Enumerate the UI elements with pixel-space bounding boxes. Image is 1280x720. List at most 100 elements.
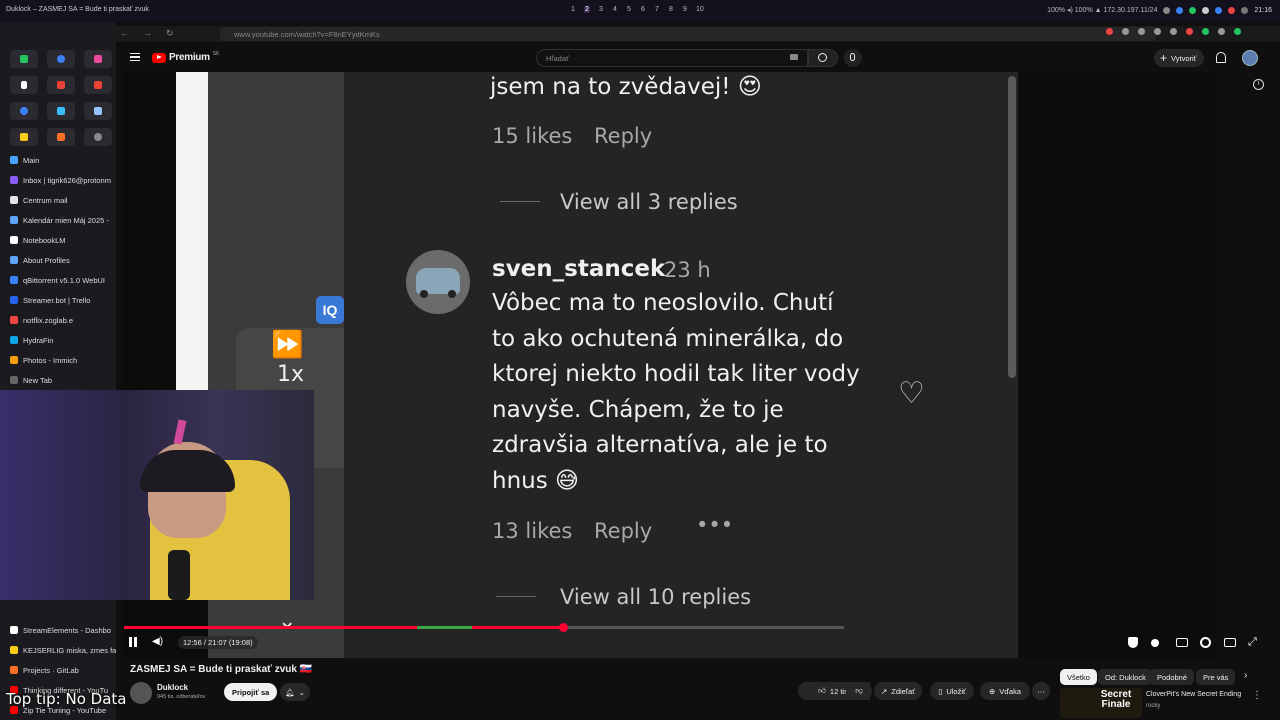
extension-icon[interactable] — [1170, 28, 1177, 35]
chevron-right-icon[interactable]: › — [1244, 670, 1247, 681]
workspace-button[interactable]: 7 — [654, 6, 660, 13]
pinned-tab[interactable] — [47, 128, 75, 146]
subscribed-button[interactable]: 🔔︎ ⌄ — [280, 683, 310, 701]
extension-icon[interactable] — [1106, 28, 1113, 35]
search-input[interactable]: Hľadať — [536, 49, 808, 67]
workspace-switcher[interactable]: 1 2 3 4 5 6 7 8 9 10 — [570, 6, 704, 13]
workspace-button[interactable]: 3 — [598, 6, 604, 13]
notifications-icon[interactable] — [1216, 52, 1226, 63]
share-button[interactable]: ↗ Zdieľať — [874, 682, 922, 700]
thumbs-up-icon: 👍︎ — [818, 686, 826, 695]
pinned-tab[interactable] — [47, 76, 75, 94]
autoplay-icon[interactable] — [1151, 639, 1159, 647]
webcam-overlay — [0, 390, 314, 600]
tab-label: Projects · GitLab — [23, 665, 79, 675]
pinned-tab[interactable] — [47, 102, 75, 120]
sidebar-tab[interactable]: About Profiles — [0, 250, 116, 270]
sponsorblock-icon[interactable] — [1128, 637, 1138, 648]
pinned-tab[interactable] — [10, 128, 38, 146]
theater-mode-icon[interactable] — [1224, 638, 1236, 647]
workspace-button[interactable]: 10 — [696, 6, 704, 13]
extension-icon[interactable] — [1186, 28, 1193, 35]
sidebar-tab[interactable]: Streamer.bot | Trello — [0, 290, 116, 310]
tray-icon[interactable] — [1176, 6, 1184, 14]
dislike-button[interactable]: 👎︎ — [846, 682, 872, 700]
keyboard-icon[interactable] — [790, 54, 798, 60]
recommended-thumbnail[interactable]: Secret Finale — [1060, 688, 1142, 718]
workspace-button[interactable]: 8 — [668, 6, 674, 13]
chip[interactable]: Všetko — [1060, 669, 1097, 685]
sidebar-tab[interactable]: NotebookLM — [0, 230, 116, 250]
search-button[interactable] — [808, 49, 838, 67]
workspace-button[interactable]: 5 — [626, 6, 632, 13]
forward-icon[interactable]: → — [143, 28, 152, 39]
recommended-title[interactable]: CloverPit's New Secret Ending — [1146, 691, 1241, 698]
workspace-button[interactable]: 6 — [640, 6, 646, 13]
create-button[interactable]: + Vytvoriť — [1154, 49, 1205, 67]
volume-icon[interactable]: ◀) — [152, 636, 163, 647]
channel-name[interactable]: Duklock — [157, 683, 188, 692]
chip[interactable]: Od: Duklock — [1098, 669, 1153, 685]
sidebar-tab[interactable]: HydraFin — [0, 330, 116, 350]
sidebar-tab[interactable]: qBittorrent v5.1.0 WebUI — [0, 270, 116, 290]
workspace-button[interactable]: 9 — [682, 6, 688, 13]
tray-icon[interactable] — [1215, 6, 1223, 14]
tray-icon[interactable] — [1189, 6, 1197, 14]
join-button[interactable]: Pripojiť sa — [224, 683, 278, 701]
progress-segment — [417, 626, 472, 629]
sidebar-tab[interactable]: Centrum mail — [0, 190, 116, 210]
pinned-tab[interactable] — [10, 102, 38, 120]
pinned-tab[interactable] — [84, 50, 112, 68]
workspace-button[interactable]: 4 — [612, 6, 618, 13]
bookmark-icon: ▯ — [938, 686, 943, 696]
extension-icon[interactable] — [1202, 28, 1209, 35]
extension-icon[interactable] — [1218, 28, 1225, 35]
channel-avatar[interactable] — [130, 682, 152, 704]
workspace-button[interactable]: 2 — [584, 6, 590, 13]
back-icon[interactable]: ← — [120, 28, 129, 39]
tray-icon[interactable] — [1163, 6, 1171, 14]
more-actions-button[interactable]: ⋯ — [1032, 682, 1050, 700]
pinned-tab[interactable] — [84, 128, 112, 146]
fullscreen-icon[interactable]: ⤢ — [1248, 636, 1257, 649]
pinned-tab[interactable] — [10, 50, 38, 68]
pinned-tab[interactable] — [10, 76, 38, 94]
settings-icon[interactable] — [1200, 637, 1211, 648]
extension-icon[interactable] — [1154, 28, 1161, 35]
more-icon[interactable]: ⋮ — [1252, 690, 1262, 701]
tray-icon[interactable] — [1202, 6, 1210, 14]
tray-icon[interactable] — [1228, 6, 1236, 14]
extension-icon[interactable] — [1138, 28, 1145, 35]
pause-icon[interactable] — [128, 637, 138, 647]
workspace-button[interactable]: 1 — [570, 6, 576, 13]
video-title: ZASMEJ SA = Bude ti praskať zvuk 🇸🇰 — [130, 664, 313, 675]
extension-icon[interactable] — [1122, 28, 1129, 35]
sidebar-tab[interactable]: New Tab — [0, 370, 116, 390]
sidebar-tab[interactable]: Inbox | tigrik626@protonm — [0, 170, 116, 190]
reload-icon[interactable]: ↻ — [166, 28, 174, 39]
thanks-button[interactable]: ⊕ Vďaka — [980, 682, 1030, 700]
sidebar-tab[interactable]: Main — [0, 150, 116, 170]
pinned-tab[interactable] — [84, 76, 112, 94]
sidebar-tab[interactable]: Photos - Immich — [0, 350, 116, 370]
sidebar-tab[interactable]: notflix.zoglab.e — [0, 310, 116, 330]
pinned-tab[interactable] — [47, 50, 75, 68]
sidebar-tab[interactable]: Projects · GitLab — [0, 660, 116, 680]
sidebar-tab[interactable]: StreamElements - Dashbo — [0, 620, 116, 640]
info-icon[interactable]: i — [1253, 79, 1264, 90]
chip[interactable]: Podobné — [1150, 669, 1195, 685]
youtube-logo[interactable]: Premium SK — [152, 51, 219, 63]
extension-icon[interactable] — [1234, 28, 1241, 35]
pinned-tab[interactable] — [84, 102, 112, 120]
voice-search-button[interactable] — [844, 49, 862, 67]
chip[interactable]: Pre vás — [1196, 669, 1236, 685]
sidebar-tab[interactable]: Kalendár mien Máj 2025 - — [0, 210, 116, 230]
menu-icon[interactable] — [130, 53, 140, 61]
save-button[interactable]: ▯ Uložiť — [930, 682, 974, 700]
progress-bar[interactable] — [124, 623, 844, 632]
url-field[interactable]: www.youtube.com/watch?v=F8nEYydKmKs — [220, 27, 1156, 41]
sidebar-tab[interactable]: KEJSERLIG miska, zmes fa — [0, 640, 116, 660]
tray-icon[interactable] — [1241, 6, 1249, 14]
avatar[interactable] — [1242, 50, 1258, 66]
subtitles-icon[interactable] — [1176, 638, 1188, 647]
